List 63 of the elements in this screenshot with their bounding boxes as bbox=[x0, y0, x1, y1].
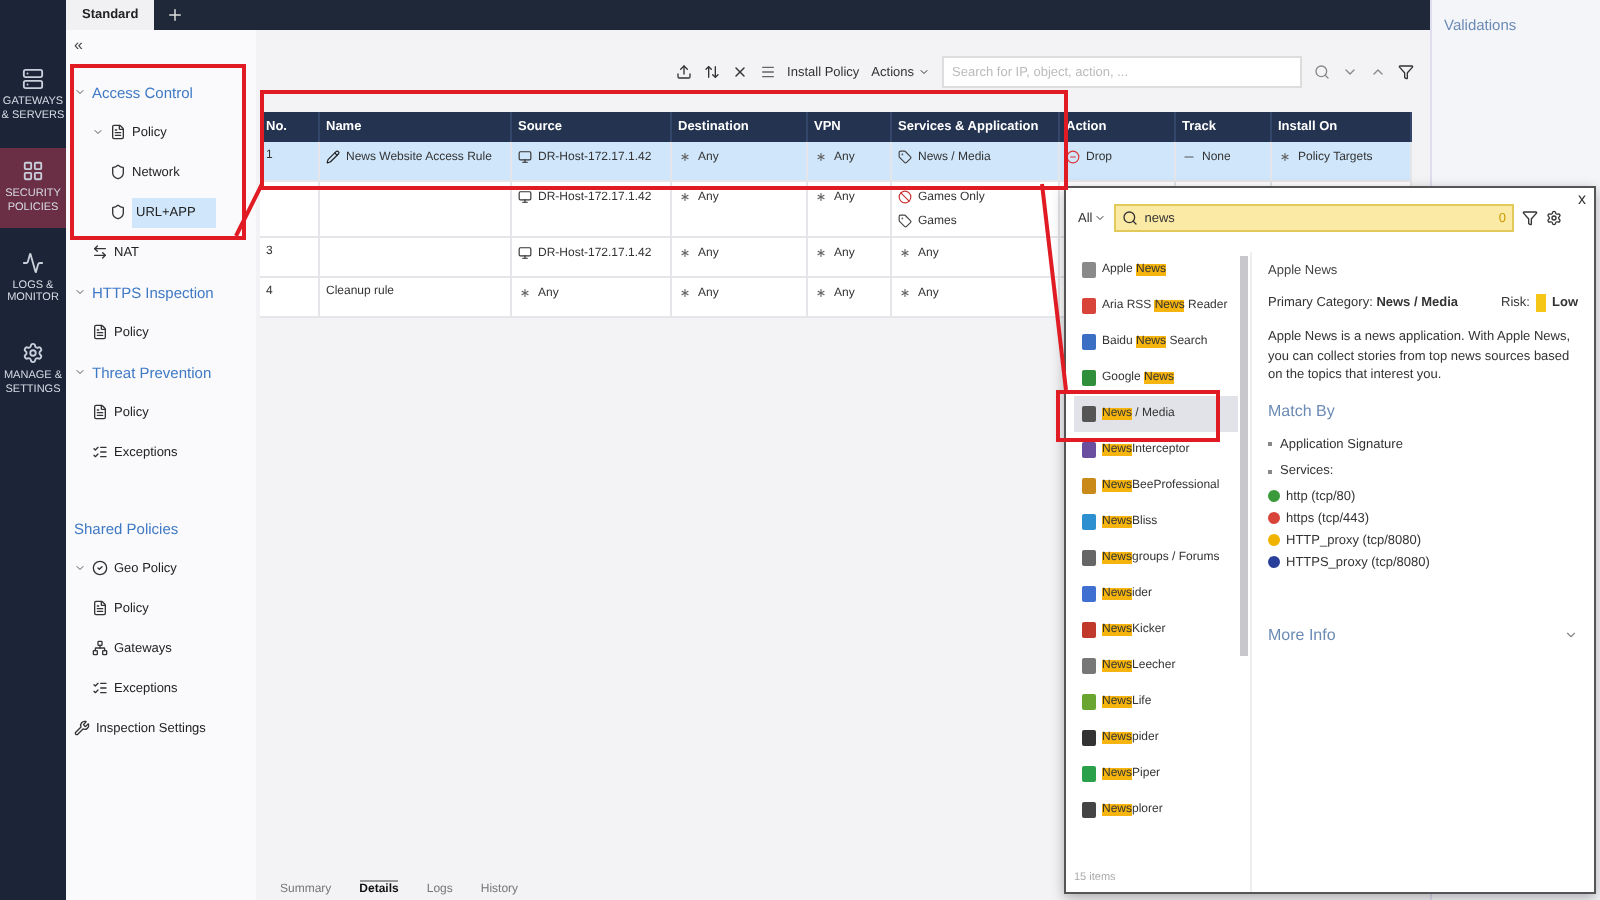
caret-icon bbox=[918, 66, 930, 78]
shield-icon bbox=[110, 164, 126, 180]
menu-icon[interactable] bbox=[759, 64, 776, 80]
collapse-toggle[interactable]: « bbox=[66, 34, 83, 56]
leader-line bbox=[234, 183, 264, 237]
shield-icon bbox=[110, 204, 126, 220]
settings-icon[interactable] bbox=[1546, 210, 1562, 226]
search-icon[interactable] bbox=[1314, 64, 1330, 80]
wrench-icon bbox=[74, 720, 90, 736]
settings-icon bbox=[22, 342, 44, 365]
asterisk-icon bbox=[678, 246, 692, 260]
tag-icon bbox=[898, 214, 912, 228]
pencil-icon bbox=[326, 150, 340, 164]
drop-icon bbox=[1066, 150, 1080, 164]
close-button[interactable]: x bbox=[1578, 190, 1586, 208]
caret-icon bbox=[1094, 212, 1107, 224]
monitor-icon bbox=[518, 246, 532, 260]
monitor-icon bbox=[518, 150, 532, 164]
more-info-link[interactable]: More Info bbox=[1268, 625, 1336, 644]
minus-icon bbox=[1182, 150, 1196, 164]
asterisk-icon bbox=[814, 190, 828, 204]
add-tab-icon[interactable] bbox=[166, 6, 185, 24]
filter-icon[interactable] bbox=[1398, 64, 1414, 80]
section-title: Match By bbox=[1268, 401, 1337, 420]
server-icon bbox=[22, 68, 44, 90]
scrollbar[interactable] bbox=[1240, 256, 1248, 656]
asterisk-icon bbox=[678, 286, 692, 300]
document-icon bbox=[110, 124, 126, 140]
asterisk-icon bbox=[1278, 150, 1292, 164]
ban-icon bbox=[898, 190, 912, 204]
asterisk-icon bbox=[518, 286, 532, 300]
delete-icon[interactable] bbox=[731, 64, 748, 80]
arrows-icon[interactable] bbox=[703, 64, 720, 80]
caret-icon[interactable] bbox=[74, 366, 86, 378]
up-icon[interactable] bbox=[1370, 64, 1386, 80]
asterisk-icon bbox=[898, 246, 912, 260]
asterisk-icon bbox=[814, 150, 828, 164]
asterisk-icon bbox=[678, 150, 692, 164]
filter-icon[interactable] bbox=[1522, 210, 1538, 226]
activity-icon bbox=[22, 251, 44, 273]
document-icon bbox=[92, 324, 108, 340]
caret-icon[interactable] bbox=[92, 126, 104, 138]
chevron-icon[interactable] bbox=[1564, 627, 1578, 642]
down-icon[interactable] bbox=[1342, 64, 1358, 80]
upload-icon[interactable] bbox=[675, 64, 692, 80]
asterisk-icon bbox=[678, 190, 692, 204]
caret-icon[interactable] bbox=[74, 86, 86, 98]
search-icon bbox=[1122, 210, 1139, 226]
document-icon bbox=[92, 600, 108, 616]
asterisk-icon bbox=[814, 246, 828, 260]
monitor-icon bbox=[518, 190, 532, 204]
caret-icon[interactable] bbox=[74, 286, 86, 298]
tag-icon bbox=[898, 150, 912, 164]
list-icon bbox=[92, 444, 108, 460]
check-circle-icon bbox=[92, 560, 108, 576]
arrows-icon bbox=[92, 244, 108, 260]
list-icon bbox=[92, 680, 108, 696]
network-icon bbox=[92, 640, 108, 656]
asterisk-icon bbox=[814, 286, 828, 300]
asterisk-icon bbox=[898, 286, 912, 300]
grid-icon bbox=[22, 159, 44, 182]
document-icon bbox=[92, 404, 108, 420]
caret-icon[interactable] bbox=[74, 562, 86, 574]
